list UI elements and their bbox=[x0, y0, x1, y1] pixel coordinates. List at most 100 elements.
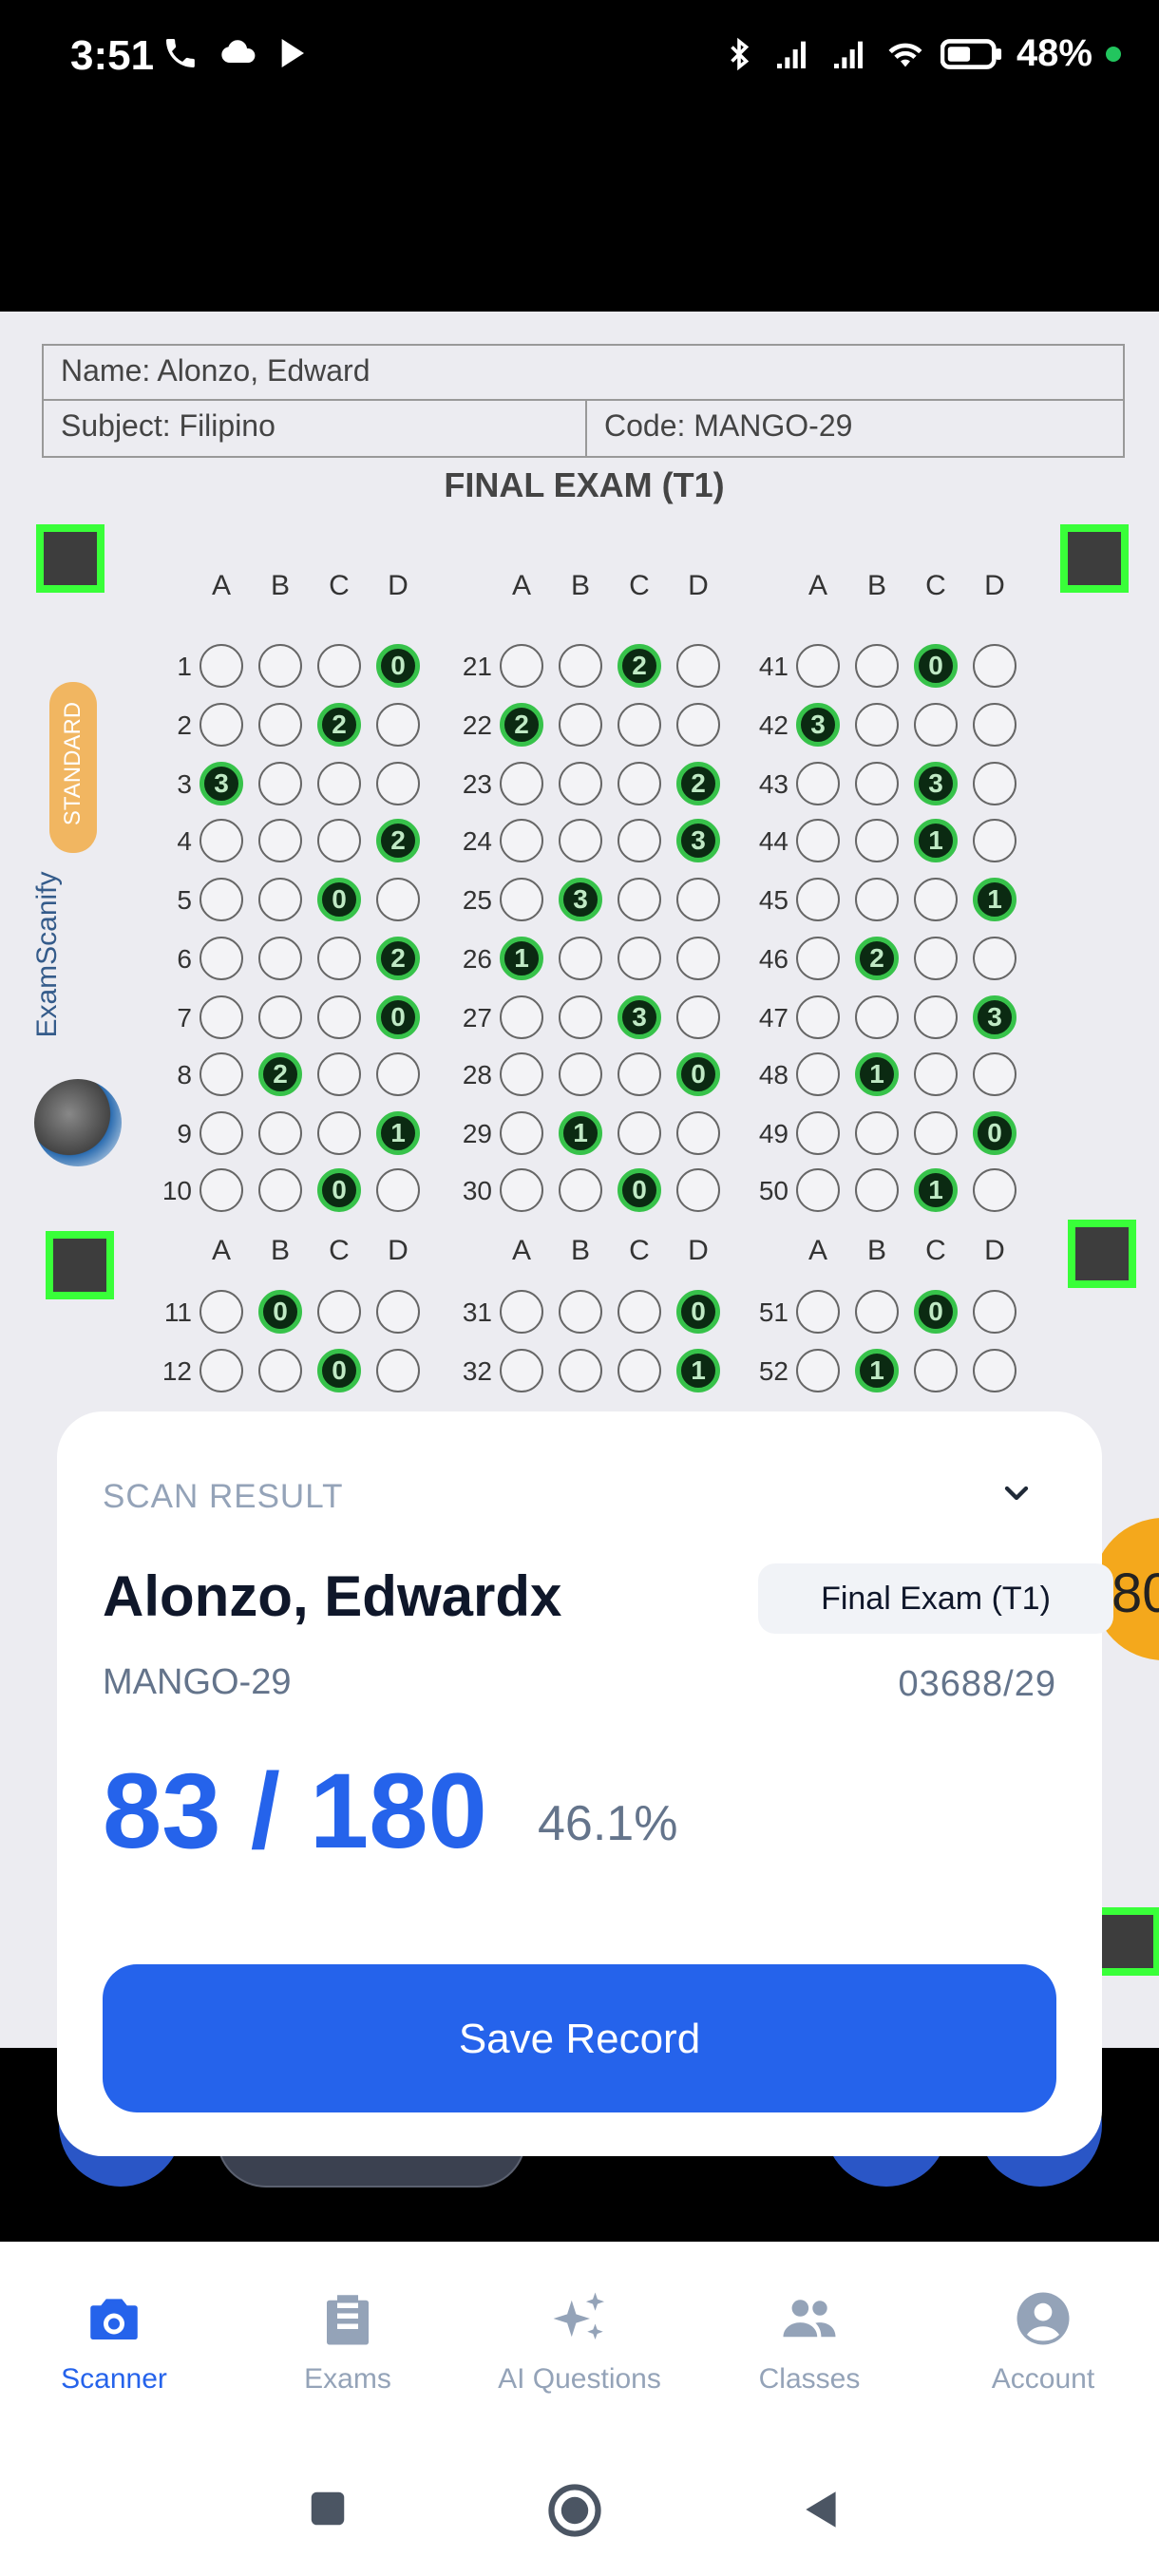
column-letter: D bbox=[388, 1235, 408, 1266]
answer-bubble bbox=[317, 1111, 361, 1155]
answer-bubble bbox=[500, 995, 543, 1039]
answer-bubble bbox=[200, 1111, 243, 1155]
filled-answer-bubble: 1 bbox=[676, 1349, 720, 1392]
filled-answer-bubble: 1 bbox=[914, 1168, 958, 1212]
exam-name-badge: Final Exam (T1) bbox=[758, 1563, 1113, 1634]
sheet-title: FINAL EXAM (T1) bbox=[444, 465, 725, 504]
signal-icon-2 bbox=[833, 41, 863, 68]
answer-bubble bbox=[855, 762, 899, 805]
question-number: 12 bbox=[162, 1356, 192, 1386]
question-number: 8 bbox=[177, 1060, 192, 1089]
recents-icon[interactable] bbox=[306, 2487, 350, 2530]
answer-bubble bbox=[200, 1168, 243, 1212]
answer-bubble bbox=[559, 703, 602, 747]
filled-answer-bubble: 1 bbox=[973, 878, 1016, 921]
filled-answer-bubble: 0 bbox=[317, 1168, 361, 1212]
answer-bubble bbox=[258, 762, 302, 805]
answer-bubble bbox=[676, 937, 720, 980]
column-letter: D bbox=[688, 570, 709, 601]
answer-bubble bbox=[676, 995, 720, 1039]
filled-answer-bubble: 0 bbox=[376, 644, 420, 688]
nav-scanner[interactable]: Scanner bbox=[10, 2287, 218, 2396]
column-letter: C bbox=[925, 1235, 946, 1266]
filled-answer-bubble: 1 bbox=[376, 1111, 420, 1155]
question-number: 48 bbox=[758, 1060, 788, 1089]
battery-icon bbox=[940, 38, 1001, 69]
answer-bubble bbox=[914, 1349, 958, 1392]
cloud-icon bbox=[221, 40, 256, 63]
brand-name: ExamScanify bbox=[31, 871, 63, 1038]
question-number: 24 bbox=[462, 826, 492, 856]
score-percent: 46.1% bbox=[538, 1796, 678, 1851]
question-number: 45 bbox=[758, 885, 788, 915]
back-icon[interactable] bbox=[798, 2485, 846, 2534]
question-number: 46 bbox=[758, 944, 788, 974]
answer-bubble bbox=[500, 1052, 543, 1096]
nav-classes[interactable]: Classes bbox=[705, 2287, 914, 2396]
answer-bubble bbox=[855, 819, 899, 862]
answer-bubble bbox=[559, 644, 602, 688]
answer-bubble bbox=[559, 995, 602, 1039]
filled-answer-bubble: 0 bbox=[914, 1290, 958, 1334]
answer-bubble bbox=[258, 819, 302, 862]
filled-answer-bubble: 2 bbox=[676, 762, 720, 805]
filled-answer-bubble: 1 bbox=[500, 937, 543, 980]
home-icon[interactable] bbox=[545, 2481, 604, 2540]
answer-bubble bbox=[376, 878, 420, 921]
student-id: 03688/29 bbox=[898, 1664, 1056, 1704]
answer-bubble bbox=[855, 1111, 899, 1155]
status-notification-icons bbox=[162, 34, 314, 72]
save-record-button[interactable]: Save Record bbox=[103, 1964, 1056, 2112]
chevron-down-icon[interactable] bbox=[998, 1474, 1036, 1512]
filled-answer-bubble: 3 bbox=[973, 995, 1016, 1039]
wifi-icon bbox=[888, 43, 922, 66]
answer-bubble bbox=[500, 644, 543, 688]
question-number: 49 bbox=[758, 1119, 788, 1148]
answer-bubble bbox=[317, 644, 361, 688]
answer-bubble bbox=[376, 703, 420, 747]
answer-bubble bbox=[855, 1168, 899, 1212]
answer-bubble bbox=[200, 1349, 243, 1392]
filled-answer-bubble: 0 bbox=[676, 1052, 720, 1096]
nav-account[interactable]: Account bbox=[939, 2287, 1148, 2396]
status-time: 3:51 bbox=[70, 32, 155, 79]
filled-answer-bubble: 2 bbox=[317, 703, 361, 747]
answer-bubble bbox=[973, 1168, 1016, 1212]
answer-bubble bbox=[973, 762, 1016, 805]
nav-exams[interactable]: Exams bbox=[243, 2287, 452, 2396]
filled-answer-bubble: 0 bbox=[317, 1349, 361, 1392]
answer-bubble bbox=[973, 1052, 1016, 1096]
column-letter: C bbox=[629, 1235, 650, 1266]
question-number: 25 bbox=[462, 885, 492, 915]
alignment-marker bbox=[46, 1231, 114, 1299]
answer-bubble bbox=[618, 937, 661, 980]
signal-icon bbox=[776, 41, 806, 68]
answer-bubble bbox=[914, 703, 958, 747]
answer-bubble bbox=[200, 995, 243, 1039]
phone-icon bbox=[166, 39, 195, 67]
column-letter: A bbox=[211, 570, 231, 601]
column-letter: D bbox=[984, 570, 1005, 601]
filled-answer-bubble: 1 bbox=[855, 1052, 899, 1096]
question-number: 26 bbox=[462, 944, 492, 974]
question-number: 47 bbox=[758, 1003, 788, 1032]
answer-bubble bbox=[258, 1111, 302, 1155]
bluetooth-icon bbox=[731, 37, 750, 70]
answer-bubble bbox=[796, 819, 840, 862]
filled-answer-bubble: 0 bbox=[258, 1290, 302, 1334]
nav-ai-questions[interactable]: AI Questions bbox=[475, 2287, 684, 2396]
filled-answer-bubble: 2 bbox=[376, 937, 420, 980]
question-number: 51 bbox=[758, 1297, 788, 1327]
question-number: 22 bbox=[462, 710, 492, 740]
filled-answer-bubble: 2 bbox=[258, 1052, 302, 1096]
scan-result-card: SCAN RESULT Alonzo, Edwardx Final Exam (… bbox=[57, 1411, 1113, 2156]
answer-bubble bbox=[973, 644, 1016, 688]
column-letter: A bbox=[511, 1235, 531, 1266]
bottom-navigation: Scanner Exams AI Questions Classes Accou… bbox=[0, 2242, 1159, 2437]
sheet-code: Code: MANGO-29 bbox=[604, 408, 853, 443]
question-number: 41 bbox=[758, 652, 788, 681]
answer-bubble bbox=[500, 762, 543, 805]
question-number: 23 bbox=[462, 769, 492, 799]
answer-bubble bbox=[973, 937, 1016, 980]
answer-bubble bbox=[855, 995, 899, 1039]
